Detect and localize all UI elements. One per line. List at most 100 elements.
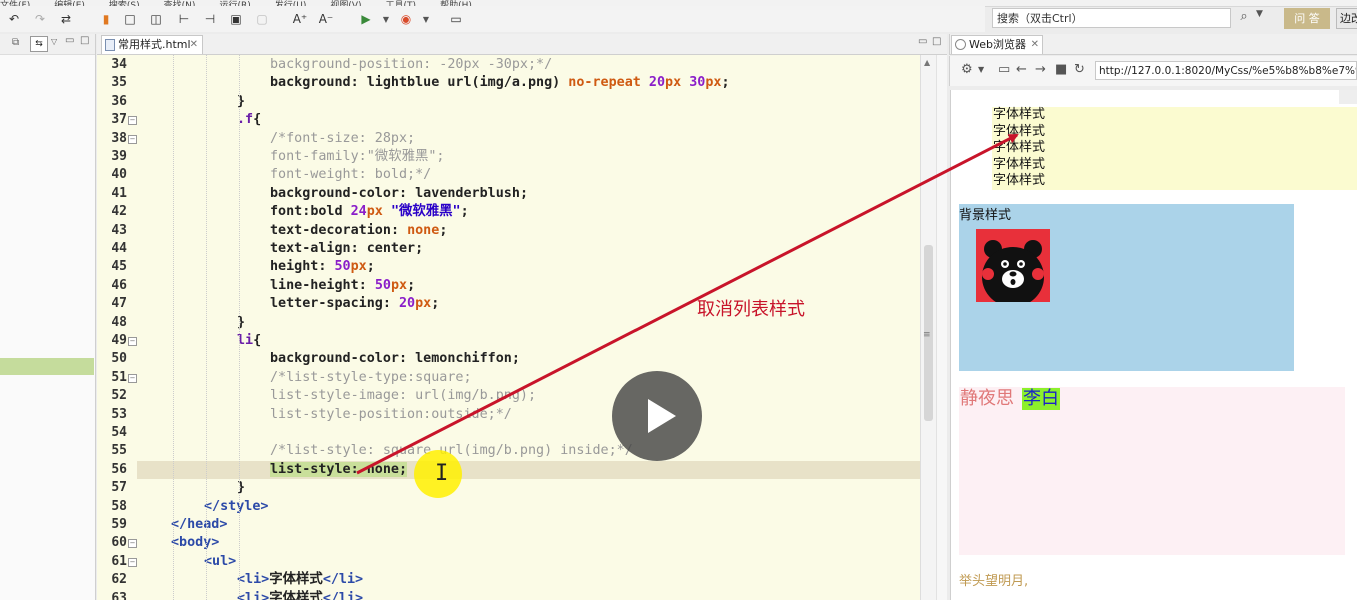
close-icon[interactable]: ✕ [190,36,198,54]
code-line: </style> [204,498,269,516]
view-menu-icon[interactable]: ▽ [51,37,57,46]
run-icon[interactable]: ▶ [356,9,376,29]
scroll-grip-icon: ≡ [923,330,931,340]
line-number: 49 [111,333,127,348]
code-token: 字体样式 [269,572,323,588]
code-token: ; [407,277,416,293]
search-dropdown-icon[interactable]: ▼ [1256,9,1268,27]
code-token: px [366,204,391,220]
fold-toggle-icon[interactable]: − [128,116,137,126]
line-number: 53 [111,406,127,422]
line-number: 41 [111,185,127,201]
line-number: 48 [111,314,127,330]
code-line: height: 50px; [270,258,375,276]
console-icon[interactable]: ▭ [998,62,1010,77]
step-back-icon[interactable]: ⊣ [200,9,220,29]
close-icon[interactable]: ✕ [1031,36,1039,54]
scroll-up-icon[interactable]: ▲ [924,58,930,67]
font-decrease-icon[interactable]: A⁻ [316,9,336,29]
code-token: "微软雅黑" [390,204,461,220]
undo-icon[interactable]: ↶ [4,9,24,29]
code-token: <body> [171,535,220,551]
bookmark-icon[interactable]: ▮ [96,9,116,29]
code-token: text-decoration [270,222,391,238]
code-line: background-position: -20px -30px;*/ [270,56,552,74]
html-file-icon [105,39,115,51]
line-number: 60 [111,535,127,551]
run-dropdown-icon[interactable]: ▼ [376,9,396,29]
window-icon[interactable]: ▣ [226,9,246,29]
text-cursor-icon: I [435,461,449,486]
editor-maximize-icon[interactable]: □ [932,36,941,47]
selected-tree-item[interactable] [0,358,94,375]
code-token: ; [519,185,528,201]
maximize-icon[interactable]: □ [80,35,89,46]
code-line: /*font-size: 28px; [270,130,415,148]
code-token: { [253,333,262,348]
code-line: line-height: 50px; [270,277,415,295]
fold-toggle-icon[interactable]: − [128,134,137,144]
indent-guide [173,55,174,600]
editor-tab-bar [97,34,947,55]
overview-ruler [936,55,947,600]
minimize-icon[interactable]: ▭ [65,35,74,46]
fold-toggle-icon[interactable]: − [128,557,137,567]
edge-edit-button[interactable]: 边改 [1336,8,1357,29]
fold-toggle-icon[interactable]: − [128,539,137,549]
browser-dropdown-icon[interactable]: ▼ [416,9,436,29]
fold-toggle-icon[interactable]: − [128,373,137,383]
editor-scrollbar[interactable]: ▲ ≡ [920,55,936,600]
refresh-icon[interactable]: ↻ [1074,62,1085,77]
list-item: 字体样式 [993,123,1046,139]
browser-tab[interactable]: Web浏览器 ✕ [951,35,1043,54]
line-number: 39 [111,149,127,164]
code-token: center [366,241,416,256]
play-button[interactable] [612,371,702,461]
code-token: 30 [689,75,706,91]
code-editor[interactable]: 34 35 36 37−38−39 40 41 42 43 44 45 46 47 48 49−50 51−… [97,55,920,600]
settings-icon[interactable]: ⚙ [961,62,973,77]
fold-toggle-icon[interactable]: − [128,337,137,346]
code-line: text-align: center; [270,240,423,258]
merge-icon[interactable]: ⇄ [56,9,76,29]
code-line: list-style-position:outside;*/ [270,406,512,424]
code-token: line-height [270,277,359,293]
collapse-icon[interactable]: ⧉ [12,37,19,48]
poem-author: 李白 [1022,388,1060,410]
open-file-icon[interactable]: ◫ [146,9,166,29]
code-token: : [350,75,367,91]
editor-minimize-icon[interactable]: ▭ [918,36,927,47]
stop-icon[interactable]: ■ [1055,62,1067,77]
step-icon[interactable]: ⊢ [174,9,194,29]
annotation-label: 取消列表样式 [697,299,805,320]
code-token: ; [415,241,424,256]
ask-button[interactable]: 问 答 [1284,8,1330,29]
url-input[interactable]: http://127.0.0.1:8020/MyCss/%e5%b8%b8%e7… [1095,61,1357,80]
forward-icon[interactable]: → [1035,62,1046,77]
browser-icon[interactable]: ◉ [396,9,416,29]
font-increase-icon[interactable]: A⁺ [290,9,310,29]
line-number: 35 [111,75,127,91]
settings-dropdown-icon[interactable]: ▼ [978,65,984,74]
browser-tab-label: Web浏览器 [969,38,1026,51]
code-token: px [350,259,367,275]
list-item: 字体样式 [993,107,1046,122]
back-icon[interactable]: ← [1016,62,1027,77]
code-token: bold [310,204,351,220]
line-number: 37 [111,112,127,128]
bear-face-icon [976,229,1050,302]
code-token: : [318,259,335,275]
link-editor-icon[interactable]: ⇆ [30,36,48,52]
search-input[interactable]: 搜索（双击Ctrl） [992,8,1231,28]
line-number: 38 [111,130,127,146]
editor-tab[interactable]: 常用样式.html ✕ [101,35,203,54]
preview-icon[interactable]: ▢ [252,9,272,29]
code-token: { [253,112,262,128]
search-icon[interactable]: ⌕ [1236,9,1252,27]
redo-icon[interactable]: ↷ [30,9,50,29]
new-file-icon[interactable]: □ [120,9,140,29]
line-number: 59 [111,517,127,532]
line-number: 56 [111,461,127,477]
code-token: 50 [334,259,351,275]
comment-icon[interactable]: ▭ [446,9,466,29]
